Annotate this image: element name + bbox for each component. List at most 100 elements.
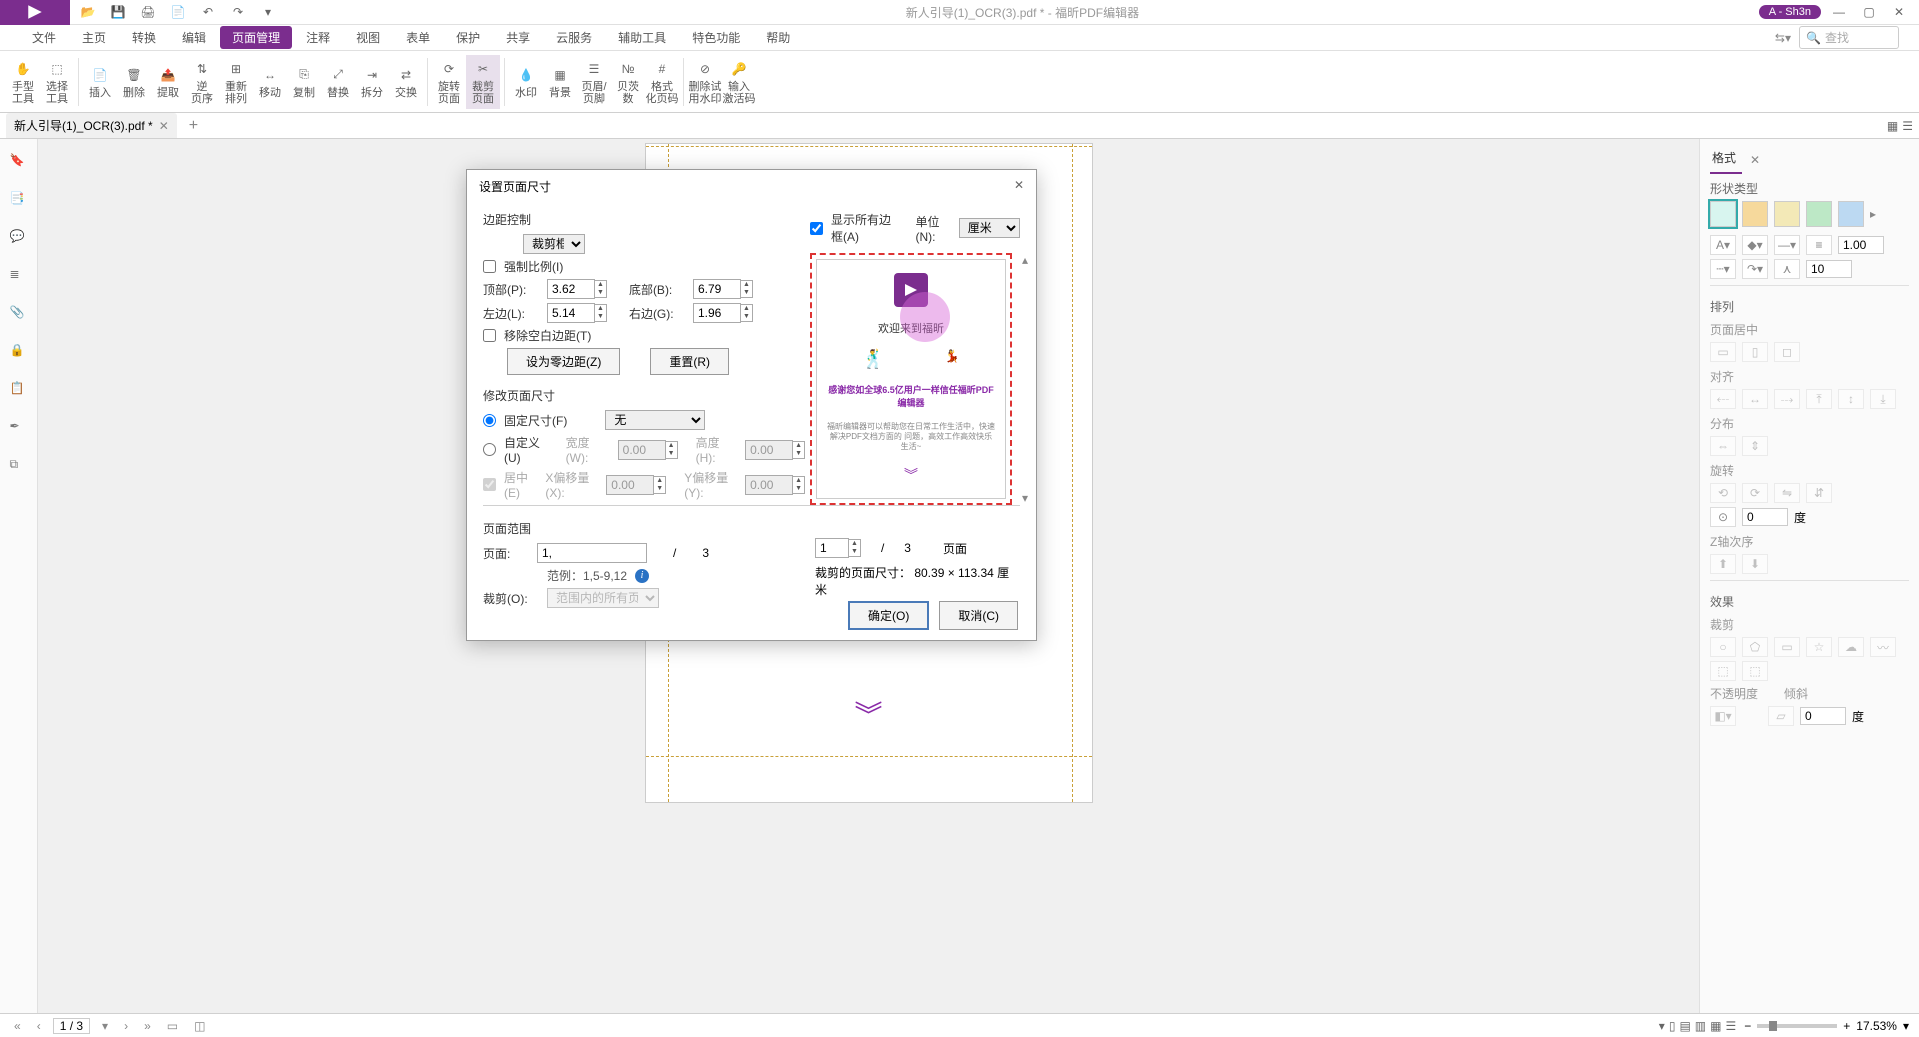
minimize-button[interactable]: —	[1827, 5, 1851, 19]
menu-page-organize[interactable]: 页面管理	[220, 26, 292, 49]
crop-cloud-button[interactable]: ☁	[1838, 637, 1864, 657]
page-range-input[interactable]	[537, 543, 647, 563]
tool-split[interactable]: ⇥拆分	[355, 61, 389, 103]
tool-remove-trial[interactable]: ⊘删除试 用水印	[688, 55, 722, 109]
angle-input[interactable]	[1742, 508, 1788, 526]
preview-scroll-up[interactable]: ▴	[1022, 253, 1038, 267]
menu-convert[interactable]: 转换	[120, 26, 168, 49]
remove-blank-checkbox[interactable]	[483, 329, 496, 342]
skew-input[interactable]	[1800, 707, 1846, 725]
rotate-cw-button[interactable]: ⟳	[1742, 483, 1768, 503]
info-icon[interactable]: i	[635, 569, 649, 583]
tool-watermark[interactable]: 💧水印	[509, 61, 543, 103]
tool-swap[interactable]: ⇄交换	[389, 61, 423, 103]
align-center-button[interactable]: ↔	[1742, 389, 1768, 409]
security-icon[interactable]: 🔒	[10, 343, 28, 361]
align-middle-button[interactable]: ↕	[1838, 389, 1864, 409]
view-continuous-icon[interactable]: ▤	[1679, 1019, 1690, 1033]
align-left-button[interactable]: ⤎	[1710, 389, 1736, 409]
page-dropdown[interactable]: ▾	[98, 1019, 112, 1033]
line-width-input[interactable]	[1838, 236, 1884, 254]
align-bottom-button[interactable]: ⤓	[1870, 389, 1896, 409]
tool-activate[interactable]: 🔑输入 激活码	[722, 55, 756, 109]
tool-background[interactable]: ▦背景	[543, 61, 577, 103]
page-mode1-icon[interactable]: ▭	[163, 1019, 182, 1033]
maximize-button[interactable]: ▢	[1857, 5, 1881, 19]
bottom-spin-up[interactable]: ▲	[741, 281, 752, 289]
menu-help[interactable]: 帮助	[754, 26, 802, 49]
menu-file[interactable]: 文件	[20, 26, 68, 49]
cancel-button[interactable]: 取消(C)	[939, 601, 1018, 630]
swatch-4[interactable]	[1806, 201, 1832, 227]
crop-path1-button[interactable]: ⬚	[1710, 661, 1736, 681]
open-icon[interactable]: 📂	[80, 4, 96, 20]
view-reflow-icon[interactable]: ☰	[1725, 1019, 1736, 1033]
last-page-button[interactable]: »	[140, 1019, 155, 1033]
page-mode2-icon[interactable]: ◫	[190, 1019, 209, 1033]
menu-form[interactable]: 表单	[394, 26, 442, 49]
flip-v-button[interactable]: ⇵	[1806, 483, 1832, 503]
crop-box-select[interactable]: 裁剪框	[523, 234, 585, 254]
top-spin-down[interactable]: ▼	[595, 289, 606, 297]
preview-page-down[interactable]: ▼	[849, 548, 860, 556]
user-badge[interactable]: A - Sh3n	[1759, 5, 1821, 19]
close-window-button[interactable]: ✕	[1887, 5, 1911, 19]
qat-dropdown-icon[interactable]: ▾	[260, 4, 276, 20]
tool-reverse[interactable]: ⇅逆 页序	[185, 55, 219, 109]
menu-view[interactable]: 视图	[344, 26, 392, 49]
dialog-close-button[interactable]: ✕	[1014, 178, 1024, 195]
dash-style-button[interactable]: ┄▾	[1710, 259, 1736, 279]
signature-icon[interactable]: ✒	[10, 419, 28, 437]
close-panel-icon[interactable]: ✕	[1750, 153, 1760, 167]
view-single-icon[interactable]: ▯	[1669, 1019, 1676, 1033]
tool-select[interactable]: ⬚选择 工具	[40, 55, 74, 109]
grid-view-icon[interactable]: ▦	[1887, 119, 1898, 133]
bottom-spin-down[interactable]: ▼	[741, 289, 752, 297]
miter-input[interactable]	[1806, 260, 1852, 278]
menu-accessibility[interactable]: 辅助工具	[606, 26, 678, 49]
reset-button[interactable]: 重置(R)	[650, 348, 729, 375]
left-spin-up[interactable]: ▲	[595, 305, 606, 313]
font-color-button[interactable]: A▾	[1710, 235, 1736, 255]
unit-select[interactable]: 厘米	[959, 218, 1020, 238]
menu-share[interactable]: 共享	[494, 26, 542, 49]
force-ratio-checkbox[interactable]	[483, 260, 496, 273]
swatch-2[interactable]	[1742, 201, 1768, 227]
tool-crop[interactable]: ✂裁剪 页面	[466, 55, 500, 109]
preview-page-spinner[interactable]	[815, 538, 849, 558]
center-h-button[interactable]: ▭	[1710, 342, 1736, 362]
custom-size-radio[interactable]	[483, 443, 496, 456]
layers-icon[interactable]: ≣	[10, 267, 28, 285]
close-tab-icon[interactable]: ✕	[159, 119, 169, 133]
align-right-button[interactable]: ⤏	[1774, 389, 1800, 409]
show-all-boxes-checkbox[interactable]	[810, 222, 823, 235]
first-page-button[interactable]: «	[10, 1019, 25, 1033]
menu-cloud[interactable]: 云服务	[544, 26, 604, 49]
arrow-style-button[interactable]: ↷▾	[1742, 259, 1768, 279]
fill-color-button[interactable]: ◆▾	[1742, 235, 1768, 255]
miter-button[interactable]: ⋏	[1774, 259, 1800, 279]
top-spin-up[interactable]: ▲	[595, 281, 606, 289]
document-tab[interactable]: 新人引导(1)_OCR(3).pdf * ✕	[6, 113, 177, 138]
next-page-button[interactable]: ›	[120, 1019, 132, 1033]
view-chevron-icon[interactable]: ▾	[1659, 1019, 1665, 1033]
preview-page-up[interactable]: ▲	[849, 540, 860, 548]
crop-poly-button[interactable]: ⬠	[1742, 637, 1768, 657]
redo-icon[interactable]: ↷	[230, 4, 246, 20]
tool-replace[interactable]: ⤢替换	[321, 61, 355, 103]
view-facing-cont-icon[interactable]: ▦	[1710, 1019, 1721, 1033]
attachment-icon[interactable]: 📎	[10, 305, 28, 323]
preview-scroll-down[interactable]: ▾	[1022, 491, 1038, 505]
center-v-button[interactable]: ▯	[1742, 342, 1768, 362]
save-icon[interactable]: 💾	[110, 4, 126, 20]
tool-extract[interactable]: 📤提取	[151, 61, 185, 103]
tool-header-footer[interactable]: ☰页眉/ 页脚	[577, 55, 611, 109]
crop-ellipse-button[interactable]: ○	[1710, 637, 1736, 657]
tool-bates[interactable]: №贝茨 数	[611, 55, 645, 109]
swatch-5[interactable]	[1838, 201, 1864, 227]
center-both-button[interactable]: ◻	[1774, 342, 1800, 362]
page-indicator[interactable]: 1 / 3	[53, 1018, 90, 1034]
swatch-3[interactable]	[1774, 201, 1800, 227]
compare-icon[interactable]: ⧉	[10, 457, 28, 475]
right-spin-down[interactable]: ▼	[741, 313, 752, 321]
